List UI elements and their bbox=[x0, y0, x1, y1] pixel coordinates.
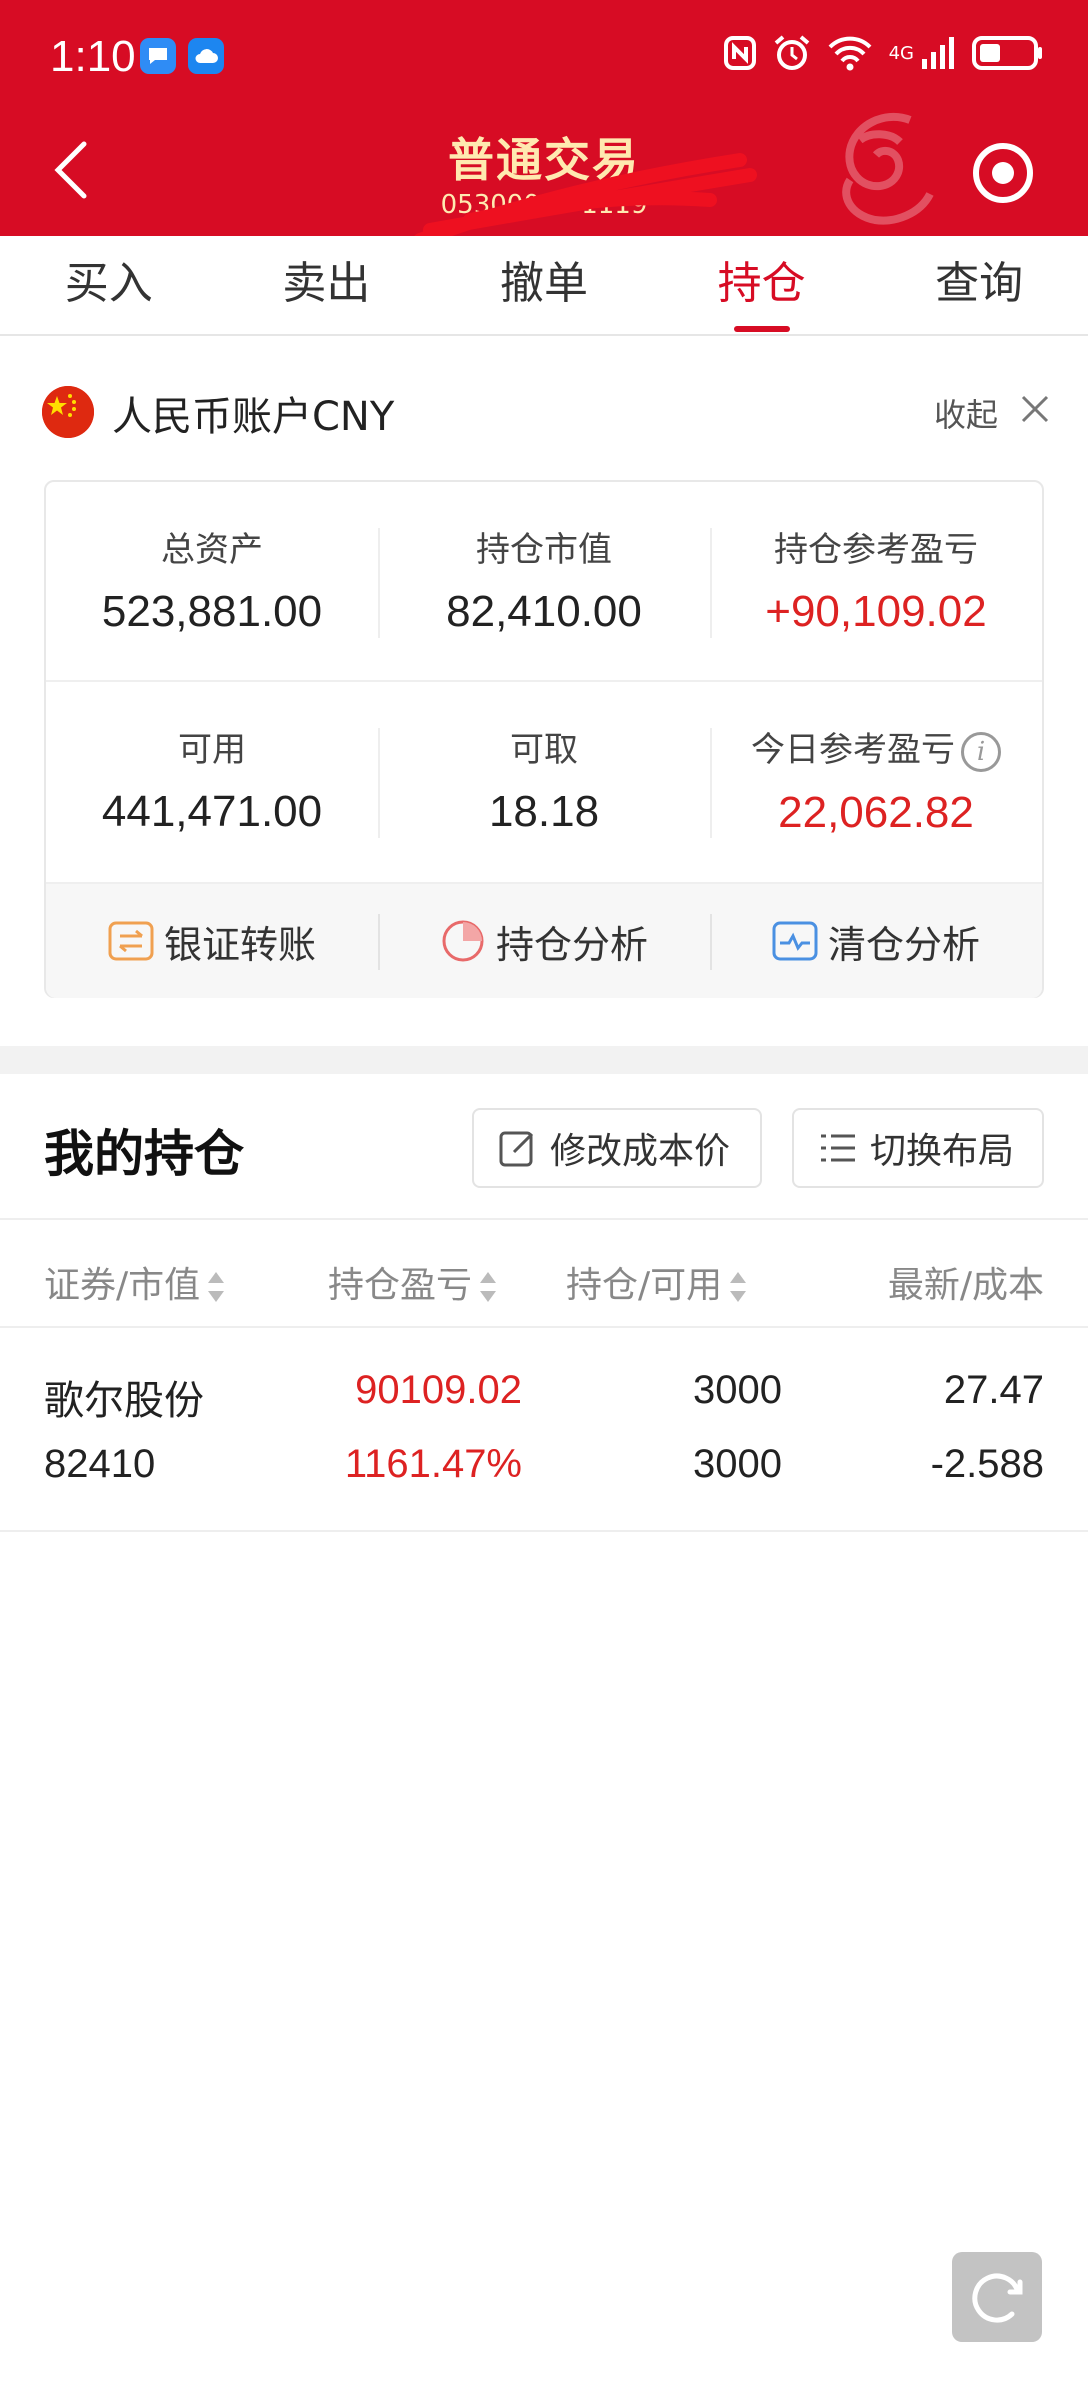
account-summary-card: 总资产 523,881.00 持仓市值 82,410.00 持仓参考盈亏 +90… bbox=[44, 480, 1044, 998]
china-flag-icon bbox=[42, 386, 94, 438]
account-title: 人民币账户CNY bbox=[112, 394, 395, 440]
modify-cost-button[interactable]: 修改成本价 bbox=[472, 1108, 762, 1188]
nfc-icon bbox=[723, 36, 756, 70]
redaction-scribble bbox=[413, 153, 757, 247]
transfer-icon bbox=[108, 921, 154, 961]
stat-label: 持仓市值 bbox=[476, 530, 612, 570]
stat-total-assets: 总资产 523,881.00 bbox=[46, 482, 378, 680]
table-row[interactable]: 歌尔股份 82410 90109.02 1161.47% 3000 3000 2… bbox=[0, 1330, 1088, 1532]
refresh-icon bbox=[972, 2273, 1023, 2323]
trade-tabs: 买入 卖出 撤单 持仓 查询 bbox=[0, 236, 1088, 336]
collapse-button[interactable]: 收起 bbox=[934, 390, 998, 436]
stat-value: +90,109.02 bbox=[765, 587, 987, 636]
stat-label: 持仓参考盈亏 bbox=[774, 530, 978, 570]
account-actions: 银证转账 持仓分析 清仓分析 bbox=[46, 882, 1042, 998]
stat-label: 今日参考盈亏 i bbox=[710, 722, 1042, 772]
column-position[interactable]: 持仓/可用 bbox=[566, 1256, 747, 1308]
record-icon[interactable] bbox=[973, 143, 1033, 203]
stock-available: 3000 bbox=[693, 1442, 782, 1486]
status-bar: 1:10 4G bbox=[0, 0, 1088, 110]
pulse-chart-icon bbox=[772, 921, 818, 961]
column-pl[interactable]: 持仓盈亏 bbox=[328, 1256, 497, 1308]
stock-latest-price: 27.47 bbox=[943, 1368, 1044, 1412]
switch-layout-button[interactable]: 切换布局 bbox=[792, 1108, 1044, 1188]
sort-icon bbox=[480, 1272, 497, 1302]
battery-icon bbox=[972, 36, 1042, 70]
cloud-app-icon bbox=[188, 38, 224, 74]
stock-pl: 90109.02 bbox=[355, 1368, 522, 1412]
column-price: 最新/成本 bbox=[888, 1256, 1044, 1308]
action-label: 银证转账 bbox=[163, 922, 316, 967]
stat-today-pl: 今日参考盈亏 i 22,062.82 bbox=[710, 682, 1042, 882]
stock-cost: -2.588 bbox=[930, 1442, 1044, 1486]
stock-position: 3000 bbox=[693, 1368, 782, 1412]
section-divider bbox=[0, 1046, 1088, 1074]
account-header: 人民币账户CNY 收起 bbox=[0, 370, 1088, 450]
wifi-icon bbox=[828, 36, 872, 71]
status-time: 1:10 bbox=[50, 32, 136, 81]
clearance-analysis-button[interactable]: 清仓分析 bbox=[710, 884, 1042, 998]
stat-value: 18.18 bbox=[488, 787, 600, 836]
column-label: 最新/成本 bbox=[887, 1265, 1044, 1306]
dragon-logo-icon bbox=[842, 112, 934, 225]
column-label: 持仓/可用 bbox=[566, 1265, 723, 1306]
stat-label: 总资产 bbox=[161, 530, 263, 570]
app-header: 1:10 4G 普通交易 0530000···1119 bbox=[0, 0, 1088, 247]
modify-cost-label: 修改成本价 bbox=[550, 1131, 731, 1172]
stat-available: 可用 441,471.00 bbox=[46, 682, 378, 882]
tab-cancel[interactable]: 撤单 bbox=[435, 236, 653, 334]
stat-label: 可用 bbox=[178, 730, 246, 770]
stat-value: 441,471.00 bbox=[101, 787, 323, 836]
stock-market-value: 82410 bbox=[44, 1442, 156, 1486]
stat-market-value: 持仓市值 82,410.00 bbox=[378, 482, 710, 680]
stat-withdrawable: 可取 18.18 bbox=[378, 682, 710, 882]
holding-analysis-button[interactable]: 持仓分析 bbox=[378, 884, 710, 998]
action-label: 持仓分析 bbox=[495, 922, 648, 967]
action-label: 清仓分析 bbox=[827, 922, 980, 967]
list-icon bbox=[821, 1134, 855, 1162]
switch-layout-label: 切换布局 bbox=[870, 1131, 1015, 1172]
stat-value: 523,881.00 bbox=[101, 587, 323, 636]
stat-label-text: 今日参考盈亏 bbox=[751, 730, 955, 770]
pie-chart-icon bbox=[442, 920, 484, 962]
system-status-icons: 4G bbox=[723, 34, 1044, 72]
stat-label: 可取 bbox=[510, 730, 578, 770]
sort-icon bbox=[208, 1272, 225, 1302]
stock-name: 歌尔股份 bbox=[44, 1378, 204, 1424]
stock-pl-pct: 1161.47% bbox=[344, 1442, 522, 1486]
stat-value: 22,062.82 bbox=[778, 787, 974, 837]
holdings-title: 我的持仓 bbox=[44, 1125, 244, 1183]
close-icon[interactable] bbox=[1020, 394, 1050, 424]
info-icon[interactable]: i bbox=[961, 731, 1001, 772]
message-app-icon bbox=[140, 38, 176, 74]
sort-icon bbox=[730, 1272, 747, 1302]
edit-icon bbox=[499, 1131, 534, 1167]
signal-icon bbox=[922, 37, 954, 69]
stat-position-pl: 持仓参考盈亏 +90,109.02 bbox=[710, 482, 1042, 680]
column-label: 证券/市值 bbox=[44, 1265, 201, 1306]
column-label: 持仓盈亏 bbox=[328, 1265, 473, 1306]
refresh-button[interactable] bbox=[952, 2252, 1042, 2342]
tab-holdings[interactable]: 持仓 bbox=[653, 236, 871, 334]
network-type: 4G bbox=[888, 42, 914, 64]
tab-sell[interactable]: 卖出 bbox=[218, 236, 436, 334]
tab-buy[interactable]: 买入 bbox=[0, 236, 218, 334]
tab-query[interactable]: 查询 bbox=[870, 236, 1088, 334]
stat-value: 82,410.00 bbox=[446, 587, 642, 636]
column-security[interactable]: 证券/市值 bbox=[44, 1256, 225, 1308]
holdings-header: 我的持仓 修改成本价 切换布局 bbox=[0, 1074, 1088, 1220]
holdings-table-header: 证券/市值 持仓盈亏 持仓/可用 最新/成本 bbox=[0, 1222, 1088, 1328]
alarm-icon bbox=[774, 35, 809, 70]
notification-icons bbox=[140, 38, 224, 74]
bank-transfer-button[interactable]: 银证转账 bbox=[46, 884, 378, 998]
